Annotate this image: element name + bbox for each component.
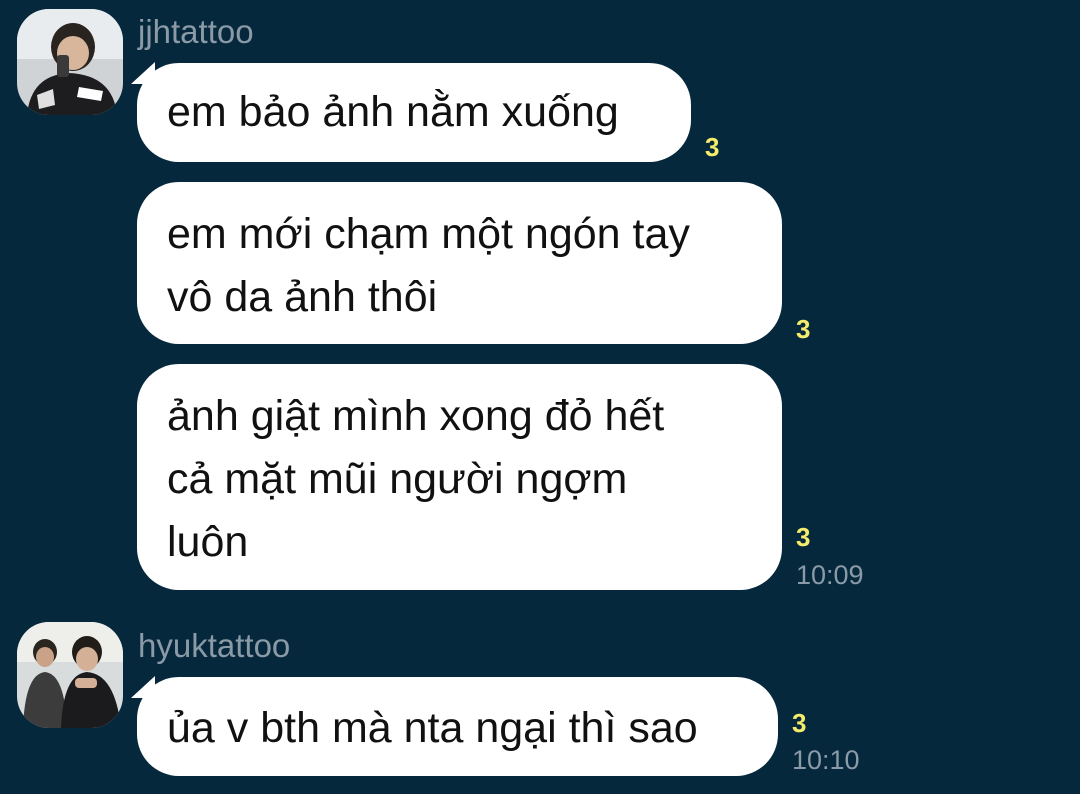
avatar-photo-icon: [17, 622, 123, 728]
sender-name: jjhtattoo: [138, 13, 254, 50]
message-text: luôn: [167, 518, 249, 566]
message-text: em bảo ảnh nằm xuống: [167, 88, 619, 136]
avatar-jjhtattoo[interactable]: [17, 9, 123, 115]
message-text: ủa v bth mà nta ngại thì sao: [167, 704, 698, 752]
avatar-hyuktattoo[interactable]: [17, 622, 123, 728]
message-bubble[interactable]: ảnh giật mình xong đỏ hết cả mặt mũi ngư…: [137, 364, 782, 590]
unread-count: 3: [796, 314, 811, 344]
message-text: ảnh giật mình xong đỏ hết: [167, 392, 665, 440]
message-bubble[interactable]: em bảo ảnh nằm xuống: [137, 63, 691, 162]
message-bubble[interactable]: em mới chạm một ngón tay vô da ảnh thôi: [137, 182, 782, 344]
message-bubble[interactable]: ủa v bth mà nta ngại thì sao: [137, 677, 778, 776]
timestamp: 10:09: [796, 560, 864, 590]
avatar-photo-icon: [17, 9, 123, 115]
timestamp: 10:10: [792, 745, 860, 775]
message-text: vô da ảnh thôi: [167, 273, 438, 321]
message-text: cả mặt mũi người ngợm: [167, 455, 628, 503]
sender-name: hyuktattoo: [138, 627, 291, 664]
message-text: em mới chạm một ngón tay: [167, 210, 690, 258]
unread-count: 3: [705, 132, 720, 162]
unread-count: 3: [796, 522, 811, 552]
unread-count: 3: [792, 708, 807, 738]
